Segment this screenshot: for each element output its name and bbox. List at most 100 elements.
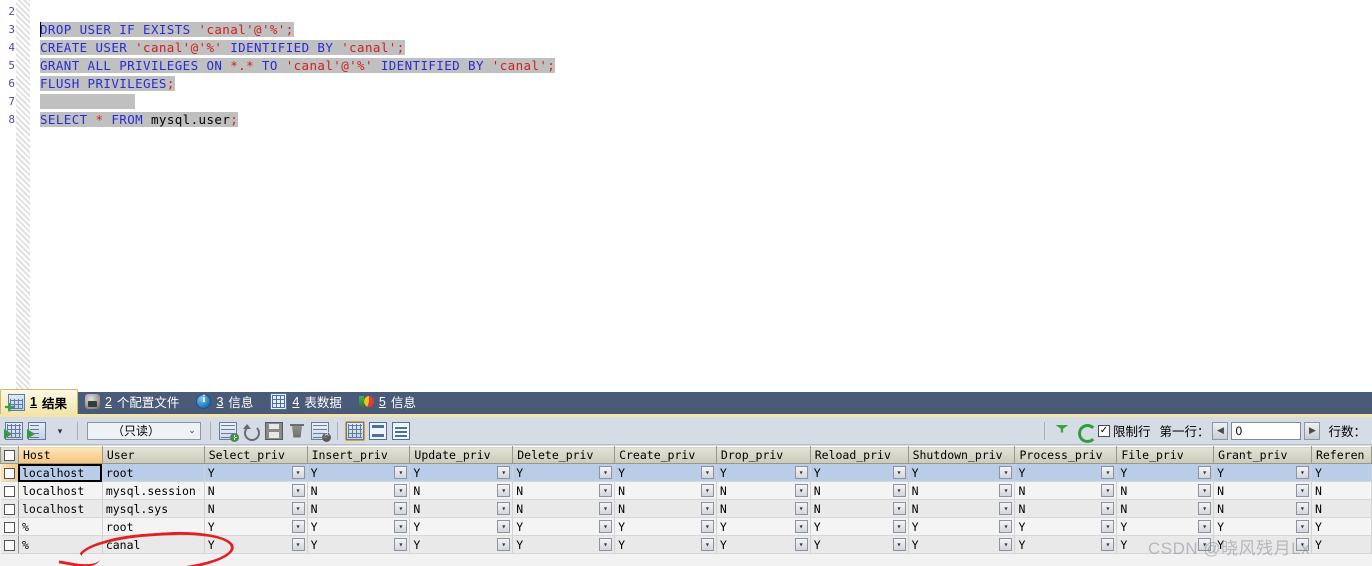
select-all-checkbox[interactable] bbox=[3, 450, 15, 461]
code-line-6[interactable]: FLUSH PRIVILEGES; bbox=[31, 75, 1372, 93]
chevron-down-icon[interactable]: ▾ bbox=[892, 520, 906, 533]
chevron-down-icon[interactable]: ▾ bbox=[1101, 466, 1115, 479]
cell-create-priv[interactable]: Y ▾ bbox=[614, 463, 717, 482]
code-line-3[interactable]: DROP USER IF EXISTS 'canal'@'%'; bbox=[31, 21, 1372, 39]
cell-insert-priv[interactable]: Y ▾ bbox=[307, 463, 411, 482]
tab-info-3[interactable]: 3 信息 bbox=[189, 389, 263, 414]
cell-delete-priv[interactable]: N ▾ bbox=[512, 499, 616, 518]
chevron-down-icon[interactable]: ▾ bbox=[394, 466, 408, 479]
first-row-prev-button[interactable]: ◀ bbox=[1212, 421, 1229, 440]
cell-host[interactable]: localhost bbox=[18, 481, 103, 500]
chevron-down-icon[interactable]: ▾ bbox=[1295, 466, 1309, 479]
text-view-button[interactable] bbox=[391, 421, 411, 441]
cell-delete-priv[interactable]: Y ▾ bbox=[512, 535, 616, 554]
tab-profile[interactable]: 2 个配置文件 bbox=[78, 389, 189, 414]
cell-select-priv[interactable]: N ▾ bbox=[204, 481, 308, 500]
cell-drop-priv[interactable]: Y ▾ bbox=[716, 517, 811, 536]
row-checkbox[interactable] bbox=[3, 467, 15, 479]
chevron-down-icon[interactable]: ▾ bbox=[892, 538, 906, 551]
limit-rows-checkbox[interactable]: ✓ bbox=[1097, 424, 1110, 437]
column-header-grant-priv[interactable]: Grant_priv bbox=[1213, 446, 1312, 464]
chevron-down-icon[interactable]: ▾ bbox=[999, 520, 1013, 533]
result-grid[interactable]: Host User Select_priv Insert_priv Update… bbox=[0, 446, 1372, 566]
chevron-down-icon[interactable]: ▾ bbox=[394, 502, 408, 515]
chevron-down-icon[interactable]: ▾ bbox=[497, 502, 511, 515]
row-checkbox[interactable] bbox=[3, 503, 15, 515]
chevron-down-icon[interactable]: ▾ bbox=[599, 538, 613, 551]
chevron-down-icon[interactable]: ▾ bbox=[794, 484, 808, 497]
table-row[interactable]: localhost root Y ▾ Y ▾ Y ▾ Y ▾ Y ▾ Y ▾ Y ▾ Y ▾ Y… bbox=[0, 463, 1372, 482]
cell-drop-priv[interactable]: N ▾ bbox=[716, 481, 811, 500]
first-row-input[interactable]: 0 bbox=[1231, 421, 1302, 440]
cell-insert-priv[interactable]: Y ▾ bbox=[307, 517, 411, 536]
cell-reload-priv[interactable]: Y ▾ bbox=[810, 535, 909, 554]
table-row[interactable]: localhost mysql.session N ▾ N ▾ N ▾ N ▾ N ▾ N… bbox=[0, 481, 1372, 500]
cell-file-priv[interactable]: N ▾ bbox=[1116, 499, 1215, 518]
cell-create-priv[interactable]: N ▾ bbox=[614, 499, 717, 518]
chevron-down-icon[interactable]: ▾ bbox=[1101, 520, 1115, 533]
cell-references-priv[interactable]: N bbox=[1311, 499, 1372, 518]
code-line-8[interactable]: SELECT * FROM mysql.user; bbox=[31, 111, 1372, 129]
cell-user[interactable]: mysql.sys bbox=[102, 499, 205, 518]
cell-select-priv[interactable]: Y ▾ bbox=[204, 463, 308, 482]
cell-file-priv[interactable]: Y ▾ bbox=[1116, 517, 1215, 536]
cell-update-priv[interactable]: N ▾ bbox=[409, 481, 514, 500]
chevron-down-icon[interactable]: ▾ bbox=[1295, 538, 1309, 551]
cell-grant-priv[interactable]: Y ▾ bbox=[1213, 463, 1312, 482]
cell-references-priv[interactable]: N bbox=[1311, 481, 1372, 500]
edit-mode-select[interactable]: （只读） ⌄ bbox=[87, 421, 201, 440]
cell-select-priv[interactable]: Y ▾ bbox=[204, 517, 308, 536]
grid-view-button[interactable] bbox=[345, 420, 365, 441]
table-row[interactable]: localhost mysql.sys N ▾ N ▾ N ▾ N ▾ N ▾ N ▾ N ▾… bbox=[0, 499, 1372, 518]
filter-button[interactable] bbox=[1052, 421, 1072, 441]
cell-delete-priv[interactable]: Y ▾ bbox=[512, 517, 616, 536]
column-header-drop-priv[interactable]: Drop_priv bbox=[715, 446, 811, 464]
cell-update-priv[interactable]: Y ▾ bbox=[409, 517, 514, 536]
refresh-button[interactable] bbox=[1075, 421, 1097, 443]
chevron-down-icon[interactable]: ▾ bbox=[999, 466, 1013, 479]
cell-references-priv[interactable]: Y bbox=[1311, 463, 1372, 482]
row-selector[interactable] bbox=[0, 463, 19, 482]
chevron-down-icon[interactable]: ▾ bbox=[1295, 502, 1309, 515]
chevron-down-icon[interactable]: ▾ bbox=[1101, 502, 1115, 515]
column-header-create-priv[interactable]: Create_priv bbox=[614, 446, 717, 464]
row-selector[interactable] bbox=[0, 517, 19, 536]
tab-info-5[interactable]: 5 信息 bbox=[352, 389, 426, 414]
cell-insert-priv[interactable]: N ▾ bbox=[307, 481, 411, 500]
column-header-shutdown-priv[interactable]: Shutdown_priv bbox=[907, 446, 1016, 464]
chevron-down-icon[interactable]: ▾ bbox=[700, 520, 714, 533]
chevron-down-icon[interactable]: ▾ bbox=[794, 520, 808, 533]
cell-host[interactable]: % bbox=[18, 517, 103, 536]
cell-shutdown-priv[interactable]: Y ▾ bbox=[908, 463, 1016, 482]
chevron-down-icon[interactable]: ▾ bbox=[1198, 520, 1212, 533]
column-header-select-priv[interactable]: Select_priv bbox=[203, 446, 308, 464]
cell-shutdown-priv[interactable]: N ▾ bbox=[908, 499, 1016, 518]
cell-user[interactable]: root bbox=[102, 517, 205, 536]
chevron-down-icon[interactable]: ▾ bbox=[1295, 484, 1309, 497]
cell-reload-priv[interactable]: N ▾ bbox=[810, 481, 909, 500]
cell-process-priv[interactable]: Y ▾ bbox=[1014, 535, 1118, 554]
cell-delete-priv[interactable]: Y ▾ bbox=[512, 463, 616, 482]
cell-references-priv[interactable]: Y bbox=[1311, 535, 1372, 554]
cancel-record-button[interactable] bbox=[310, 421, 331, 442]
code-line-5[interactable]: GRANT ALL PRIVILEGES ON *.* TO 'canal'@'… bbox=[31, 57, 1372, 75]
cell-file-priv[interactable]: Y ▾ bbox=[1116, 463, 1215, 482]
chevron-down-icon[interactable]: ▾ bbox=[497, 484, 511, 497]
chevron-down-icon[interactable]: ▾ bbox=[999, 502, 1013, 515]
chevron-down-icon[interactable]: ▾ bbox=[794, 466, 808, 479]
chevron-down-icon[interactable]: ▾ bbox=[291, 502, 305, 515]
cell-host[interactable]: % bbox=[18, 535, 103, 554]
code-line-7[interactable] bbox=[31, 93, 1372, 111]
cell-drop-priv[interactable]: Y ▾ bbox=[716, 463, 811, 482]
column-header-reload-priv[interactable]: Reload_priv bbox=[809, 446, 909, 464]
chevron-down-icon[interactable]: ▾ bbox=[291, 466, 305, 479]
cell-host[interactable]: localhost bbox=[18, 499, 103, 518]
chevron-down-icon[interactable]: ▾ bbox=[1101, 484, 1115, 497]
first-row-next-button[interactable]: ▶ bbox=[1304, 421, 1321, 440]
chevron-down-icon[interactable]: ▾ bbox=[497, 466, 511, 479]
chevron-down-icon[interactable]: ▾ bbox=[1295, 520, 1309, 533]
cell-reload-priv[interactable]: Y ▾ bbox=[810, 463, 909, 482]
chevron-down-icon[interactable]: ▾ bbox=[599, 520, 613, 533]
chevron-down-icon[interactable]: ▾ bbox=[1198, 484, 1212, 497]
cell-shutdown-priv[interactable]: Y ▾ bbox=[908, 535, 1016, 554]
